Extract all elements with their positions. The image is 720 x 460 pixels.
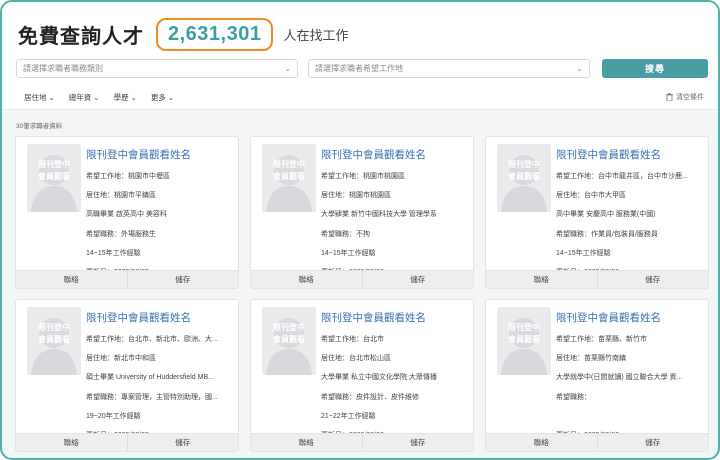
candidate-detail: 居住地：台中市大甲區 <box>556 192 626 199</box>
job-seeker-count: 2,631,301 <box>156 17 274 51</box>
candidate-detail: 希望職務：外場服務生 <box>86 231 156 238</box>
candidate-detail: 希望工作地：苗栗縣、新竹市 <box>556 336 647 343</box>
photo-placeholder-text: 限刊登中 會員觀看 <box>508 323 540 344</box>
avatar-placeholder: 限刊登中 會員觀看 <box>497 307 551 375</box>
candidate-detail: 19~20年工作經驗 <box>86 413 141 420</box>
candidate-detail: 居住地：台北市松山區 <box>321 355 391 362</box>
chevron-down-icon: ⌄ <box>167 93 175 102</box>
avatar-placeholder: 限刊登中 會員觀看 <box>27 144 81 212</box>
contact-button[interactable]: 聯絡 <box>486 271 597 288</box>
save-button[interactable]: 儲存 <box>361 271 474 288</box>
contact-button[interactable]: 聯絡 <box>16 434 127 451</box>
candidate-detail: 居住地：桃園市平鎮區 <box>86 192 156 199</box>
photo-placeholder-text: 限刊登中 會員觀看 <box>273 160 305 181</box>
location-select[interactable]: 請選擇求職者希望工作地 ⌄ <box>308 59 590 78</box>
candidate-card[interactable]: 限刊登中 會員觀看 限刊登中會員觀看姓名希望工作地：桃園市桃園區 居住地：桃園市桃園區… <box>250 136 474 289</box>
search-header: 免費查詢人才 2,631,301 人在找工作 請選擇求職者職務類別 ⌄ 請選擇求… <box>2 2 718 110</box>
candidate-name-link[interactable]: 限刊登中會員觀看姓名 <box>556 310 661 325</box>
candidate-card[interactable]: 限刊登中 會員觀看 限刊登中會員觀看姓名希望工作地：苗栗縣、新竹市 居住地：苗栗縣竹南… <box>485 299 709 452</box>
avatar-placeholder: 限刊登中 會員觀看 <box>27 307 81 375</box>
card-actions: 聯絡 儲存 <box>251 270 473 288</box>
contact-button[interactable]: 聯絡 <box>16 271 127 288</box>
candidate-detail: 大學畢業 私立中國文化學院 大眾傳播 <box>321 374 437 381</box>
candidate-detail: 希望職務：皮件設計．皮件維修 <box>321 394 419 401</box>
filter-experience[interactable]: 總年資 ⌄ <box>69 92 100 103</box>
candidate-detail: 居住地：新北市中和區 <box>86 355 156 362</box>
clear-filters-button[interactable]: 清空條件 <box>666 92 704 102</box>
photo-placeholder-text: 限刊登中 會員觀看 <box>508 160 540 181</box>
candidate-card[interactable]: 限刊登中 會員觀看 限刊登中會員觀看姓名希望工作地：台北市、新北市、歐洲、大... 居… <box>15 299 239 452</box>
candidate-detail: 希望工作地：桃園市桃園區 <box>321 173 405 180</box>
photo-placeholder-text: 限刊登中 會員觀看 <box>38 160 70 181</box>
candidate-card[interactable]: 限刊登中 會員觀看 限刊登中會員觀看姓名希望工作地：台北市 居住地：台北市松山區大學畢… <box>250 299 474 452</box>
chevron-down-icon: ⌄ <box>576 64 583 73</box>
candidate-detail: 希望職務：作業員/包裝員/服務員 <box>556 231 658 238</box>
avatar-placeholder: 限刊登中 會員觀看 <box>262 307 316 375</box>
candidate-name-link[interactable]: 限刊登中會員觀看姓名 <box>321 310 426 325</box>
trash-icon <box>666 93 673 101</box>
candidate-detail: 大學肄業 新竹中國科技大學 管理學系 <box>321 211 437 218</box>
candidate-detail: 14~15年工作經驗 <box>321 250 376 257</box>
filter-bar: 居住地 ⌄ 總年資 ⌄ 學歷 ⌄ 更多 ⌄ <box>24 92 174 103</box>
candidate-detail: 希望工作地：台北市 <box>321 336 384 343</box>
filter-education[interactable]: 學歷 ⌄ <box>114 92 137 103</box>
count-suffix: 人在找工作 <box>283 27 349 43</box>
candidate-card[interactable]: 限刊登中 會員觀看 限刊登中會員觀看姓名希望工作地：桃園市中壢區 居住地：桃園市平鎮區… <box>15 136 239 289</box>
candidate-detail: 希望工作地：桃園市中壢區 <box>86 173 170 180</box>
avatar-placeholder: 限刊登中 會員觀看 <box>497 144 551 212</box>
location-placeholder: 請選擇求職者希望工作地 <box>315 64 403 73</box>
search-button[interactable]: 搜尋 <box>602 59 708 78</box>
filter-residence[interactable]: 居住地 ⌄ <box>24 92 55 103</box>
chevron-down-icon: ⌄ <box>48 93 55 102</box>
job-category-select[interactable]: 請選擇求職者職務類別 ⌄ <box>16 59 298 78</box>
candidate-detail: 14~15年工作經驗 <box>556 250 611 257</box>
job-category-placeholder: 請選擇求職者職務類別 <box>23 64 103 73</box>
save-button[interactable]: 儲存 <box>596 271 709 288</box>
save-button[interactable]: 儲存 <box>596 434 709 451</box>
result-count: 30筆求職者資料 <box>16 123 63 130</box>
card-actions: 聯絡 儲存 <box>16 270 238 288</box>
filter-more[interactable]: 更多 ⌄ <box>151 92 174 103</box>
candidate-detail: 碩士畢業 University of Huddersfield MB... <box>86 374 214 381</box>
candidate-detail: 希望職務：不拘 <box>321 231 370 238</box>
candidate-detail: 高職畢業 啟英高中 美容科 <box>86 211 167 218</box>
candidate-detail: 希望工作地：台北市、新北市、歐洲、大... <box>86 336 218 343</box>
chevron-down-icon: ⌄ <box>93 93 100 102</box>
candidate-name-link[interactable]: 限刊登中會員觀看姓名 <box>321 147 426 162</box>
contact-button[interactable]: 聯絡 <box>251 271 362 288</box>
photo-placeholder-text: 限刊登中 會員觀看 <box>273 323 305 344</box>
candidate-name-link[interactable]: 限刊登中會員觀看姓名 <box>86 147 191 162</box>
candidate-name-link[interactable]: 限刊登中會員觀看姓名 <box>556 147 661 162</box>
card-actions: 聯絡 儲存 <box>486 270 708 288</box>
chevron-down-icon: ⌄ <box>284 64 291 73</box>
headline: 免費查詢人才 2,631,301 人在找工作 <box>18 12 349 56</box>
candidate-detail: 希望職務：專案管理，主管特別助理，國... <box>86 394 218 401</box>
card-actions: 聯絡 儲存 <box>486 433 708 451</box>
candidate-detail: 高中畢業 安慶高中 服務業(中國) <box>556 211 656 218</box>
save-button[interactable]: 儲存 <box>126 434 239 451</box>
candidate-detail: 21~22年工作經驗 <box>321 413 376 420</box>
candidate-detail: 居住地：苗栗縣竹南鎮 <box>556 355 626 362</box>
chevron-down-icon: ⌄ <box>130 93 137 102</box>
candidate-card[interactable]: 限刊登中 會員觀看 限刊登中會員觀看姓名希望工作地：台中市龍井區，台中市沙鹿... 居… <box>485 136 709 289</box>
save-button[interactable]: 儲存 <box>126 271 239 288</box>
card-actions: 聯絡 儲存 <box>16 433 238 451</box>
candidate-detail: 希望職務： <box>556 394 591 401</box>
card-actions: 聯絡 儲存 <box>251 433 473 451</box>
page-title: 免費查詢人才 <box>18 25 144 48</box>
candidate-detail: 希望工作地：台中市龍井區，台中市沙鹿... <box>556 173 688 180</box>
contact-button[interactable]: 聯絡 <box>486 434 597 451</box>
candidate-detail: 14~15年工作經驗 <box>86 250 141 257</box>
photo-placeholder-text: 限刊登中 會員觀看 <box>38 323 70 344</box>
app-frame: 免費查詢人才 2,631,301 人在找工作 請選擇求職者職務類別 ⌄ 請選擇求… <box>0 0 720 460</box>
candidate-detail: 居住地：桃園市桃園區 <box>321 192 391 199</box>
contact-button[interactable]: 聯絡 <box>251 434 362 451</box>
avatar-placeholder: 限刊登中 會員觀看 <box>262 144 316 212</box>
candidate-name-link[interactable]: 限刊登中會員觀看姓名 <box>86 310 191 325</box>
save-button[interactable]: 儲存 <box>361 434 474 451</box>
candidate-detail: 大學就學中(日間就讀) 國立聯合大學 資... <box>556 374 683 381</box>
